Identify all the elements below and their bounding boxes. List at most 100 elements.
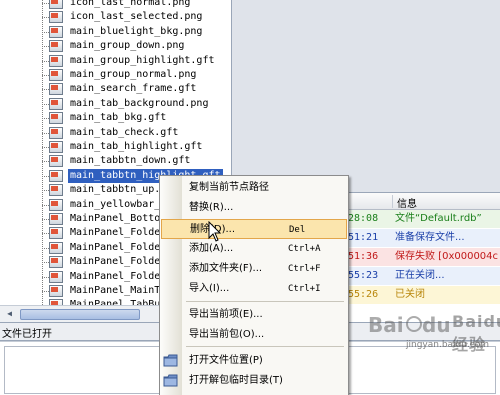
tree-connector-branch <box>42 175 49 177</box>
image-file-icon <box>49 25 63 38</box>
tree-connector-branch <box>42 161 49 163</box>
image-file-icon <box>49 69 63 81</box>
tree-connector-branch <box>42 262 49 264</box>
log-message: 保存失败 [0x000004c <box>395 251 499 262</box>
menu-item[interactable]: 打开解包临时目录(T) <box>160 371 348 391</box>
scroll-left-arrow-icon[interactable]: ◀ <box>3 308 16 321</box>
baidu-jingyan-watermark: Bai du Baidu 经验 jingyan.baidu.com <box>368 310 500 360</box>
tree-item-label: main_search_frame.gft <box>70 83 197 95</box>
tree-connector-branch <box>42 147 49 148</box>
image-file-icon <box>49 169 63 182</box>
column-header-info[interactable]: 信息 <box>397 195 417 210</box>
menu-separator <box>186 346 344 347</box>
tree-connector-branch <box>42 247 49 249</box>
menu-item-label: 替换(R)... <box>189 202 234 213</box>
tree-item-label: MainPanel_MainTa <box>70 285 167 296</box>
scrollbar-thumb[interactable] <box>20 309 140 320</box>
image-file-icon <box>49 97 63 110</box>
menu-item[interactable]: 导出当前包(O)... <box>160 325 348 345</box>
menu-item[interactable]: 导出当前项(E)... <box>160 305 348 325</box>
image-file-icon <box>49 126 63 139</box>
log-time: 55:23 <box>348 270 379 281</box>
tree-item-label: main_tab_highlight.gft <box>70 141 203 152</box>
tree-connector-branch <box>42 60 49 62</box>
tree-item-label: MainPanel_Folder <box>70 256 167 268</box>
tree-item-label: main_tabbtn_down.gft <box>70 155 191 167</box>
log-time: 28:08 <box>348 213 379 224</box>
image-file-icon <box>49 112 63 125</box>
tree-item-label: icon_last_normal.png <box>70 0 191 8</box>
tree-connector-branch <box>42 46 49 48</box>
tree-connector-branch <box>42 204 49 206</box>
tree-item-label: main_yellowbar_b <box>70 198 167 210</box>
menu-item-label: 打开解包临时目录(T) <box>189 375 283 386</box>
menu-item[interactable]: 导入(I)... Ctrl+I <box>160 279 348 299</box>
log-time: 51:21 <box>348 232 379 243</box>
tree-connector-branch <box>42 233 49 235</box>
image-file-icon <box>49 155 63 168</box>
image-file-icon <box>49 0 63 9</box>
tree-connector-branch <box>42 190 49 192</box>
log-message: 已关闭 <box>395 289 425 300</box>
menu-item-shortcut: Del <box>289 225 306 235</box>
menu-separator <box>186 301 344 302</box>
image-file-icon <box>49 213 63 225</box>
folder-icon <box>163 354 178 367</box>
tree-item-label: MainPanel_Bottom <box>70 213 167 224</box>
tree-item-label: icon_last_selected.png <box>70 11 203 23</box>
tree-item-label: MainPanel_TabBut <box>70 299 167 305</box>
tree-item-label: main_group_down.png <box>70 40 185 52</box>
tree-item-label: MainPanel_Folder <box>70 270 167 282</box>
menu-item-shortcut: Ctrl+A <box>288 244 321 254</box>
menu-item[interactable]: 添加(A)... Ctrl+A <box>160 239 348 259</box>
tree-item-label: main_bluelight_bkg.png <box>70 25 203 37</box>
menu-item-shortcut: Ctrl+I <box>288 284 321 294</box>
log-message: 文件“Default.rdb” <box>395 213 482 224</box>
tree-connector-branch <box>42 118 49 120</box>
tree-item-label: main_tab_background.png <box>70 97 209 109</box>
tree-item-label: MainPanel_Folder <box>70 227 167 239</box>
tree-connector-branch <box>42 17 49 19</box>
menu-item[interactable]: 添加文件夹(F)... Ctrl+F <box>160 259 348 279</box>
menu-item-shortcut: Ctrl+F <box>288 264 321 274</box>
tree-connector-branch <box>42 31 49 33</box>
tree-item-label: main_group_highlight.gft <box>70 54 215 66</box>
tree-connector-branch <box>42 89 49 91</box>
menu-item-label: 导出当前包(O)... <box>189 329 265 340</box>
status-text: 文件已打开 <box>2 329 52 340</box>
image-file-icon <box>49 270 63 283</box>
tree-item-label: MainPanel_Folder <box>70 241 167 253</box>
svg-text:du: du <box>422 313 451 337</box>
context-menu[interactable]: 复制当前节点路径替换(R)... 删除(D)...Del添加(A)...Ctrl+… <box>159 175 349 395</box>
tree-item-label: main_tab_check.gft <box>70 126 179 138</box>
mouse-pointer-icon <box>208 221 222 242</box>
tree-connector-branch <box>42 219 49 220</box>
tree-connector-branch <box>42 3 49 4</box>
menu-item[interactable]: 复制当前节点路径 <box>160 178 348 198</box>
image-file-icon <box>49 241 63 254</box>
tree-item-label: main_group_normal.png <box>70 69 197 80</box>
menu-item[interactable]: 删除(D)...Del <box>161 219 347 239</box>
image-file-icon <box>49 11 63 24</box>
watermark-site: jingyan.baidu.com <box>406 340 490 350</box>
menu-item[interactable]: 替换(R)... <box>160 198 348 218</box>
menu-item-label: 复制当前节点路径 <box>189 182 269 193</box>
image-file-icon <box>49 184 63 197</box>
tree-connector-branch <box>42 132 49 134</box>
preview-area <box>232 0 500 192</box>
tree-connector-branch <box>42 103 49 105</box>
image-file-icon <box>49 227 63 240</box>
menu-item[interactable]: 打开文件位置(P) <box>160 351 348 371</box>
image-file-icon <box>49 54 63 67</box>
menu-item-label: 导入(I)... <box>189 283 230 294</box>
folder-icon <box>163 374 178 387</box>
image-file-icon <box>49 83 63 96</box>
menu-item-label: 导出当前项(E)... <box>189 309 263 320</box>
column-separator[interactable] <box>392 195 393 208</box>
image-file-icon <box>49 285 63 297</box>
image-file-icon <box>49 40 63 53</box>
log-message: 正在关闭... <box>395 270 445 281</box>
tree-connector-branch <box>42 276 49 278</box>
svg-text:Bai: Bai <box>368 313 404 337</box>
tree-item-label: main_tab_bkg.gft <box>70 112 167 124</box>
